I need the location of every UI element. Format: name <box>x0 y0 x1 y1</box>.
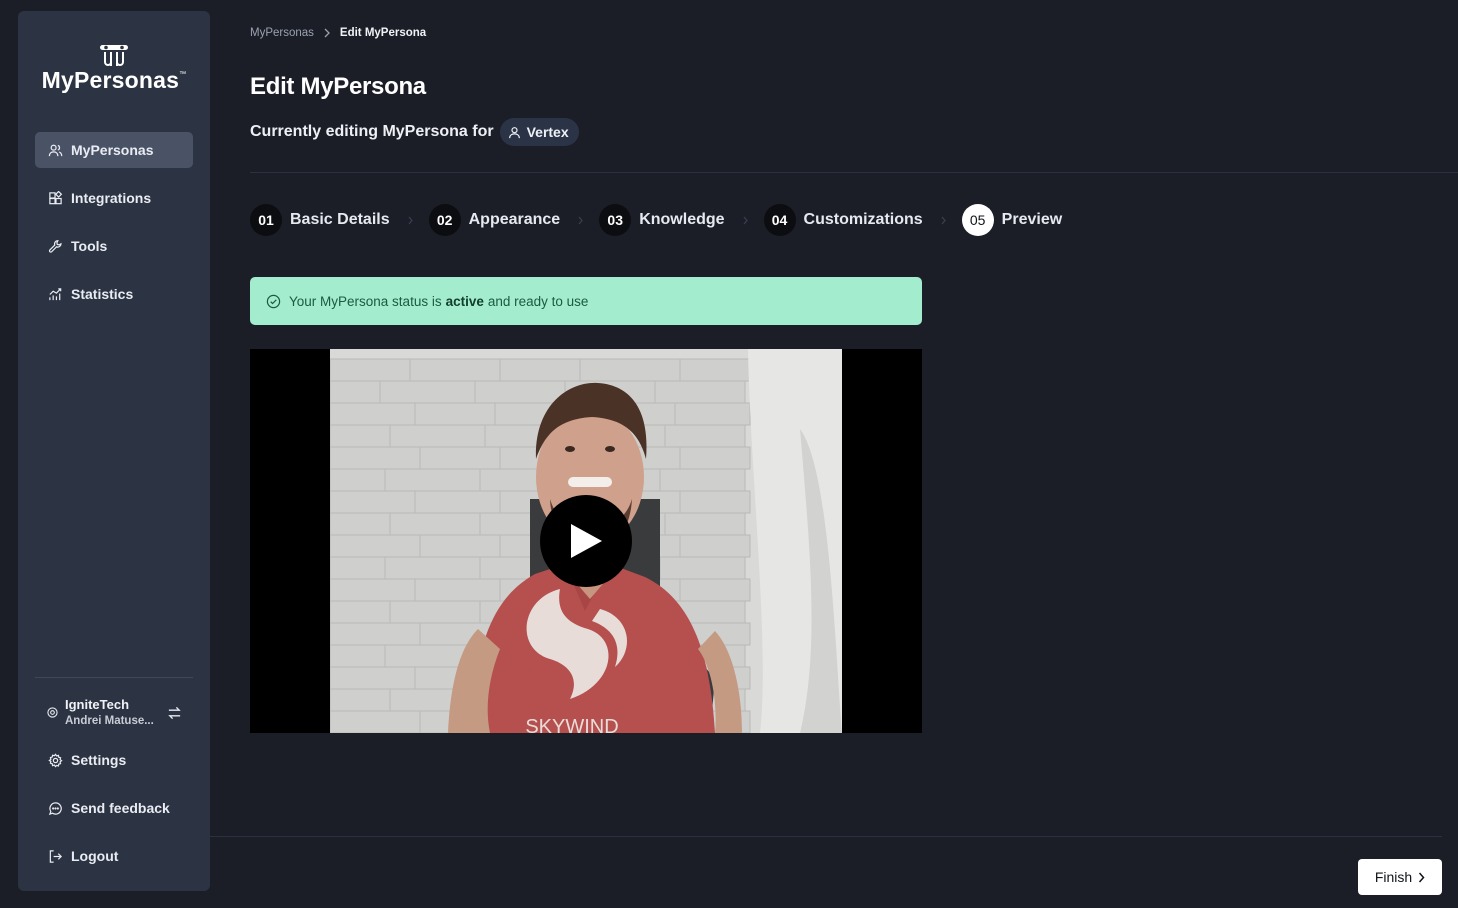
step-number: 02 <box>428 204 461 236</box>
sidebar: MyPersonas™ MyPersonas Integrations Tool… <box>18 11 210 891</box>
step-label: Preview <box>1001 211 1063 228</box>
shirt-text: SKYWIND <box>525 716 618 733</box>
users-icon <box>47 142 63 158</box>
org-name: IgniteTech <box>65 697 130 712</box>
alert-status: active <box>445 293 484 309</box>
chevron-right-icon <box>324 28 330 38</box>
sidebar-item-label: MyPersonas <box>71 142 154 158</box>
footer-divider <box>210 836 1442 837</box>
step-basic-details[interactable]: 01 Basic Details <box>250 204 429 236</box>
alert-prefix: Your MyPersona status is <box>289 293 442 309</box>
step-number: 03 <box>599 204 632 236</box>
chevron-right-icon <box>941 216 946 225</box>
breadcrumb-current: Edit MyPersona <box>339 27 427 39</box>
step-number: 01 <box>250 204 282 236</box>
sidebar-item-label: Logout <box>71 848 119 864</box>
step-knowledge[interactable]: 03 Knowledge <box>599 204 763 236</box>
chevron-right-icon <box>743 216 748 225</box>
sidebar-item-mypersonas[interactable]: MyPersonas <box>35 132 193 168</box>
stepper: 01 Basic Details 02 Appearance 03 Knowle… <box>250 204 1062 236</box>
sidebar-bottom-nav: Settings Send feedback Logout <box>35 742 193 886</box>
sidebar-item-label: Tools <box>71 238 108 254</box>
status-alert: Your MyPersona status is active and read… <box>250 277 922 325</box>
app-logo[interactable]: MyPersonas™ <box>18 41 210 97</box>
sidebar-item-statistics[interactable]: Statistics <box>35 276 193 312</box>
finish-button[interactable]: Finish <box>1358 859 1442 895</box>
sidebar-item-settings[interactable]: Settings <box>35 742 193 778</box>
page-title: Edit MyPersona <box>250 73 426 100</box>
logo-text: MyPersonas™ <box>41 67 187 93</box>
persona-chip[interactable]: Vertex <box>499 118 579 146</box>
sidebar-item-label: Send feedback <box>71 800 170 816</box>
check-circle-icon <box>266 294 281 309</box>
sidebar-item-logout[interactable]: Logout <box>35 838 193 874</box>
wrench-icon <box>47 238 63 254</box>
step-number: 05 <box>961 204 994 236</box>
chevron-right-icon <box>1418 872 1425 883</box>
subtitle-text: Currently editing MyPersona for <box>250 123 494 140</box>
step-preview[interactable]: 05 Preview <box>961 204 1063 236</box>
sidebar-item-integrations[interactable]: Integrations <box>35 180 193 216</box>
sidebar-item-send-feedback[interactable]: Send feedback <box>35 790 193 826</box>
chevron-right-icon <box>578 216 583 225</box>
sidebar-item-label: Integrations <box>71 190 152 206</box>
step-label: Basic Details <box>290 211 390 228</box>
user-name: Andrei Matuse... <box>65 715 154 727</box>
sidebar-item-label: Statistics <box>71 286 134 302</box>
chevron-right-icon <box>408 216 413 225</box>
chart-icon <box>47 286 63 302</box>
org-switcher[interactable]: IgniteTech Andrei Matuse... <box>35 691 193 735</box>
persona-chip-label: Vertex <box>526 124 569 140</box>
sidebar-nav: MyPersonas Integrations Tools Statistics <box>35 132 193 324</box>
logout-icon <box>47 848 63 864</box>
page-subtitle: Currently editing MyPersona for Vertex <box>250 118 579 146</box>
chat-bubble-icon <box>47 800 63 816</box>
video-player[interactable]: SKYWIND <box>250 349 922 733</box>
org-icon <box>47 707 59 719</box>
integrations-icon <box>47 190 63 206</box>
breadcrumb-parent-link[interactable]: MyPersonas <box>250 27 314 39</box>
sidebar-divider <box>35 677 193 678</box>
step-label: Appearance <box>468 211 561 228</box>
step-number: 04 <box>763 204 796 236</box>
switch-arrows-icon[interactable] <box>167 706 183 720</box>
sidebar-item-tools[interactable]: Tools <box>35 228 193 264</box>
step-label: Knowledge <box>639 211 725 228</box>
breadcrumb: MyPersonas Edit MyPersona <box>250 27 426 39</box>
step-label: Customizations <box>803 211 923 228</box>
user-icon <box>508 126 521 139</box>
alert-suffix: and ready to use <box>487 293 589 309</box>
finish-button-label: Finish <box>1374 869 1413 885</box>
step-appearance[interactable]: 02 Appearance <box>428 204 600 236</box>
play-button[interactable] <box>540 495 632 587</box>
gear-icon <box>47 752 63 768</box>
sidebar-item-label: Settings <box>71 752 127 768</box>
play-icon <box>571 524 602 558</box>
main-content: MyPersonas Edit MyPersona Edit MyPersona… <box>250 0 1458 908</box>
step-customizations[interactable]: 04 Customizations <box>763 204 962 236</box>
header-divider <box>250 172 1458 173</box>
